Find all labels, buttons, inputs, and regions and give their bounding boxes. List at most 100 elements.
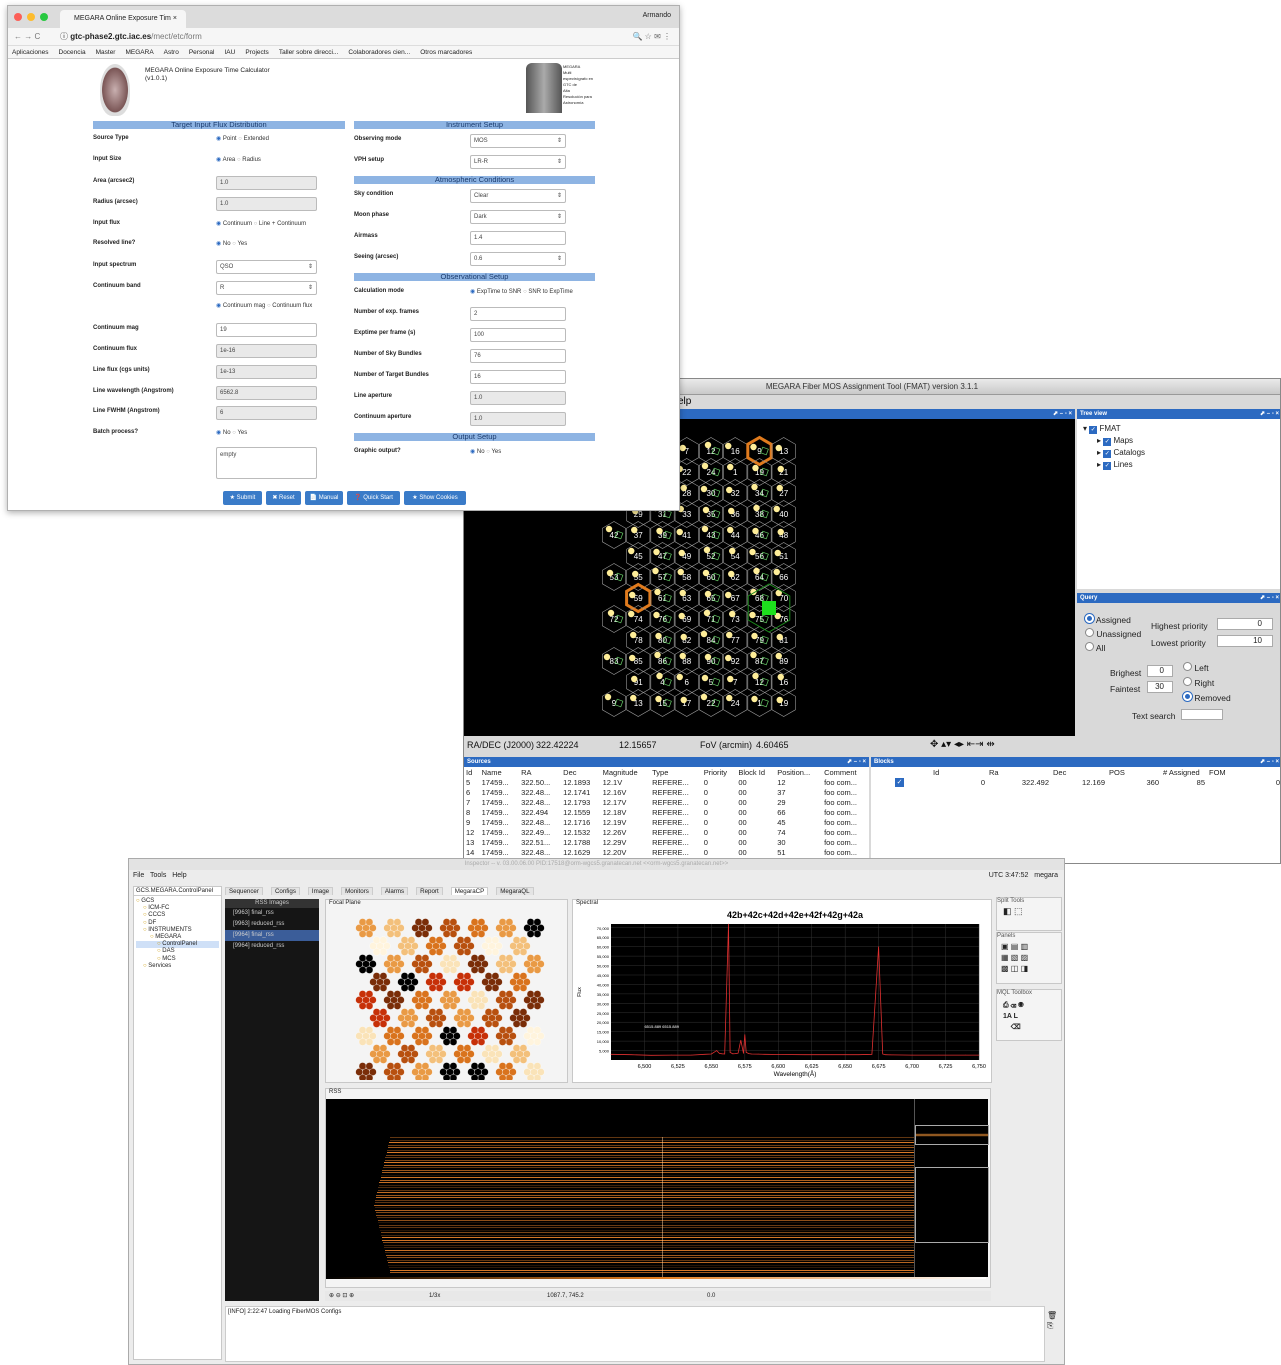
- tree-node[interactable]: ○ DAS: [136, 948, 219, 955]
- source-marker[interactable]: [725, 442, 732, 450]
- source-marker[interactable]: [678, 549, 685, 557]
- input-field[interactable]: 1.0: [216, 176, 317, 190]
- source-marker[interactable]: [704, 653, 712, 661]
- source-marker[interactable]: [729, 547, 736, 555]
- source-marker[interactable]: [678, 612, 685, 620]
- focal-plane-image[interactable]: [326, 906, 566, 1082]
- batch-textarea[interactable]: empty: [216, 447, 317, 479]
- source-marker[interactable]: [631, 526, 638, 534]
- bookmark-item[interactable]: Projects: [245, 49, 268, 56]
- inspector-tab[interactable]: Report: [416, 887, 443, 895]
- source-marker[interactable]: [653, 548, 660, 556]
- checkbox-icon[interactable]: ✓: [895, 778, 904, 787]
- input-field[interactable]: 6: [216, 406, 317, 420]
- input-field[interactable]: 1.0: [470, 391, 566, 405]
- panel-controls-icon[interactable]: ⬈ – ▫ ×: [1053, 409, 1072, 419]
- tree-node[interactable]: ○ INSTRUMENTS: [136, 927, 219, 934]
- source-marker[interactable]: [632, 570, 639, 578]
- source-marker[interactable]: [777, 528, 784, 536]
- split-icons[interactable]: ◧ ⬚: [1003, 906, 1055, 917]
- table-row[interactable]: 8 17459... 322.494 12.1559 12.18V REFERE... 0 0…: [464, 807, 869, 817]
- table-row[interactable]: 5 17459... 322.50... 12.1893 12.1V REFERE... 0…: [464, 777, 869, 787]
- source-marker[interactable]: [776, 484, 783, 492]
- source-marker[interactable]: [701, 525, 709, 533]
- menu-help[interactable]: Help: [172, 872, 186, 879]
- show-cookies-button[interactable]: ★ Show Cookies: [404, 491, 466, 505]
- table-row[interactable]: 14 17459... 322.48... 12.1629 12.20V REFERE..…: [464, 847, 869, 857]
- source-marker[interactable]: [701, 462, 709, 470]
- tree-node-catalogs[interactable]: ▸ ✓ Catalogs: [1083, 447, 1276, 459]
- mql-tool-icons[interactable]: ⎙ ⌫ ◉ 1A L ⌫: [1003, 1000, 1055, 1033]
- source-marker[interactable]: [753, 504, 760, 512]
- inspector-tab[interactable]: Alarms: [380, 887, 409, 895]
- bookmark-item[interactable]: Personal: [189, 49, 215, 56]
- source-marker[interactable]: [703, 609, 711, 617]
- minimize-window-icon[interactable]: [27, 13, 35, 21]
- bookmark-item[interactable]: IAU: [224, 49, 235, 56]
- list-item[interactable]: [9964] final_rss: [225, 930, 319, 941]
- source-marker[interactable]: [728, 507, 735, 515]
- input-field[interactable]: 2: [470, 307, 566, 321]
- source-marker[interactable]: [753, 567, 760, 575]
- input-field[interactable]: 1.0: [470, 412, 566, 426]
- source-marker[interactable]: [704, 441, 712, 449]
- checkbox-icon[interactable]: ✓: [1089, 426, 1098, 434]
- log-trash-icon[interactable]: 🗑 ⎘: [1047, 1311, 1057, 1331]
- source-marker[interactable]: [703, 546, 711, 554]
- nav-arrows-icon[interactable]: ← → C: [14, 28, 40, 46]
- source-marker[interactable]: [776, 696, 783, 704]
- source-marker[interactable]: [630, 631, 637, 639]
- text-search-input[interactable]: [1181, 709, 1223, 720]
- source-marker[interactable]: [775, 444, 782, 452]
- source-marker[interactable]: [652, 567, 659, 575]
- source-marker[interactable]: [704, 590, 712, 598]
- bookmark-item[interactable]: Astro: [164, 49, 179, 56]
- target-center-marker[interactable]: [762, 601, 776, 615]
- select-field[interactable]: LR-R ⇕: [470, 155, 566, 169]
- source-marker[interactable]: [653, 611, 660, 619]
- radio-unassigned[interactable]: Unassigned: [1085, 627, 1141, 641]
- source-marker[interactable]: [726, 631, 733, 639]
- source-marker[interactable]: [727, 463, 734, 471]
- panel-icons[interactable]: ▣ ▤ ▥ ▦ ▧ ▨ ▩ ◫ ◨: [1001, 941, 1057, 974]
- browser-tab[interactable]: MEGARA Online Exposure Tim ×: [60, 10, 186, 28]
- source-marker[interactable]: [727, 675, 734, 683]
- source-marker[interactable]: [700, 630, 708, 638]
- source-marker[interactable]: [777, 465, 784, 473]
- submit-button[interactable]: ★ Submit: [223, 491, 262, 505]
- source-marker[interactable]: [606, 569, 614, 577]
- manual-button[interactable]: 📄 Manual: [305, 491, 343, 505]
- inspector-tab[interactable]: Image: [307, 887, 334, 895]
- tree-node[interactable]: ○ DF: [136, 920, 219, 927]
- source-marker[interactable]: [727, 526, 734, 534]
- source-marker[interactable]: [603, 653, 611, 661]
- checkbox-icon[interactable]: ✓: [1103, 438, 1112, 446]
- source-marker[interactable]: [725, 654, 732, 662]
- radio-right[interactable]: Right: [1183, 676, 1231, 691]
- source-marker[interactable]: [677, 568, 684, 576]
- source-marker[interactable]: [751, 695, 758, 703]
- source-marker[interactable]: [654, 588, 661, 596]
- source-marker[interactable]: [752, 672, 759, 680]
- tree-node-lines[interactable]: ▸ ✓ Lines: [1083, 459, 1276, 471]
- bookmark-item[interactable]: Colaboradores cien...: [348, 49, 410, 56]
- source-marker[interactable]: [726, 486, 733, 494]
- radio-group[interactable]: ◉ Point ○ Extended: [216, 135, 269, 142]
- url-field[interactable]: ⓘ gtc-phase2.gtc.iac.es/mect/etc/form: [60, 28, 202, 46]
- source-marker[interactable]: [752, 527, 759, 535]
- table-row[interactable]: 13 17459... 322.51... 12.1788 12.29V REFERE..…: [464, 837, 869, 847]
- radio-assigned[interactable]: Assigned: [1085, 613, 1141, 627]
- zoom-window-icon[interactable]: [40, 13, 48, 21]
- rss-tab[interactable]: RSS: [326, 1089, 990, 1095]
- tree-tab[interactable]: GCS.MEGARA.ControlPanel: [134, 887, 221, 896]
- source-marker[interactable]: [680, 696, 687, 704]
- source-marker[interactable]: [702, 569, 710, 577]
- source-marker[interactable]: [676, 673, 683, 681]
- source-marker[interactable]: [725, 591, 732, 599]
- profile-name[interactable]: Armando: [643, 12, 671, 19]
- radio-group[interactable]: ◉ Continuum mag ○ Continuum flux: [216, 302, 312, 309]
- tree-node-maps[interactable]: ▸ ✓ Maps: [1083, 435, 1276, 447]
- bookmark-item[interactable]: Docencia: [59, 49, 86, 56]
- source-marker[interactable]: [679, 652, 686, 660]
- source-marker[interactable]: [726, 694, 733, 702]
